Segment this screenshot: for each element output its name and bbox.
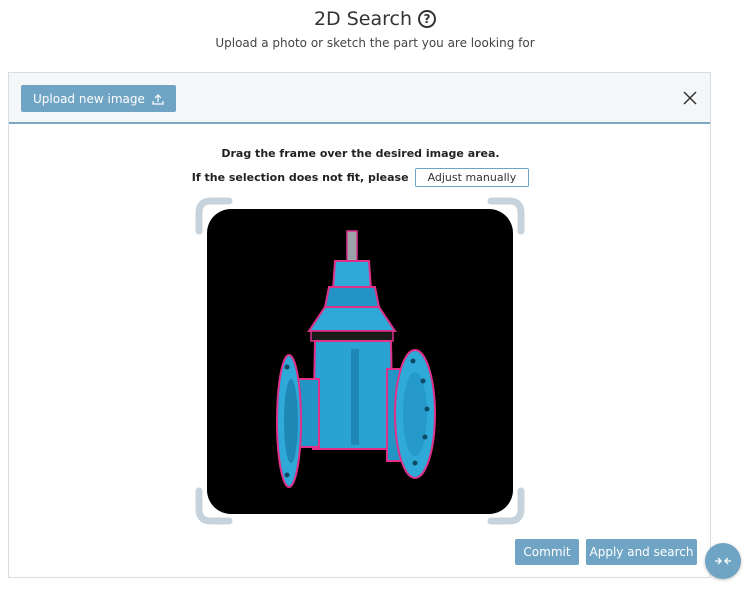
page-subtitle: Upload a photo or sketch the part you ar… — [215, 36, 535, 50]
help-icon[interactable]: ? — [418, 10, 437, 28]
crop-handle-top-right[interactable] — [487, 195, 527, 235]
apply-and-search-button[interactable]: Apply and search — [586, 539, 697, 565]
close-icon[interactable] — [682, 90, 698, 106]
panel-toolbar: Upload new image — [9, 73, 710, 124]
adjust-manually-button[interactable]: Adjust manually — [414, 168, 530, 187]
instruction-drag-frame: Drag the frame over the desired image ar… — [221, 147, 500, 160]
uploaded-image[interactable] — [207, 209, 513, 514]
collapse-fab-button[interactable] — [705, 543, 741, 579]
crop-handle-bottom-right[interactable] — [487, 487, 527, 527]
commit-button[interactable]: Commit — [515, 539, 579, 565]
upload-new-image-button[interactable]: Upload new image — [21, 85, 176, 112]
upload-button-label: Upload new image — [33, 91, 145, 106]
instruction-selection-text: If the selection does not fit, please — [191, 171, 409, 184]
title-row: 2D Search ? — [0, 8, 750, 30]
page-title: 2D Search — [313, 8, 413, 30]
crop-handle-bottom-left[interactable] — [193, 487, 233, 527]
search-panel: Upload new image Drag the frame over the… — [8, 72, 711, 578]
collapse-arrows-icon — [715, 557, 731, 565]
page-header: 2D Search ? Upload a photo or sketch the… — [0, 0, 750, 50]
crop-handle-top-left[interactable] — [193, 195, 233, 235]
instruction-row: If the selection does not fit, please Ad… — [9, 168, 712, 187]
upload-icon — [152, 93, 164, 105]
valve-part-image — [276, 230, 436, 488]
